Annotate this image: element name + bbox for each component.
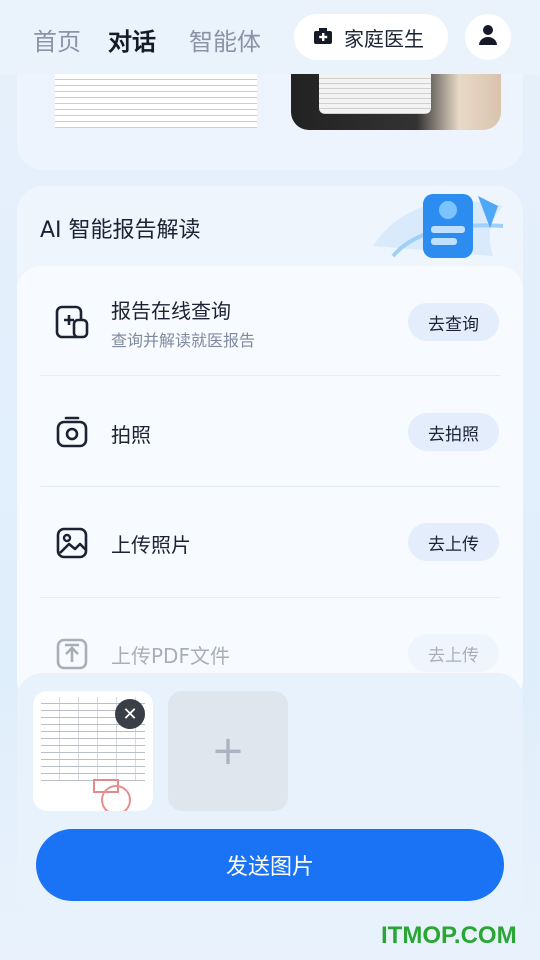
upload-file-icon (54, 636, 90, 672)
watermark: ITMOP.COM (381, 922, 517, 949)
report-illustration (353, 186, 523, 266)
profile-button[interactable] (465, 14, 511, 60)
option-subtitle: 查询并解读就医报告 (111, 331, 256, 350)
tab-agent[interactable]: 智能体 (189, 22, 261, 57)
go-upload-photo-button[interactable]: 去上传 (408, 523, 499, 561)
option-title: 上传照片 (111, 533, 191, 557)
tab-home[interactable]: 首页 (33, 22, 81, 57)
medical-kit-icon (312, 24, 334, 50)
option-title: 上传PDF文件 (111, 644, 230, 668)
report-card-title: AI 智能报告解读 (40, 218, 201, 243)
image-icon (54, 525, 90, 561)
option-title: 报告在线查询 (111, 299, 231, 323)
upload-panel: ✕ + 发送图片 (17, 673, 523, 919)
camera-icon (54, 414, 90, 450)
phone-screen (319, 74, 431, 114)
ai-report-card: AI 智能报告解读 报告在线查询 查询并解读就医报告 去查询 拍照 去拍照 上传… (17, 186, 523, 706)
go-upload-pdf-button[interactable]: 去上传 (408, 634, 499, 672)
family-doctor-button[interactable]: 家庭医生 (294, 14, 448, 60)
report-document-preview (55, 74, 257, 128)
family-doctor-label: 家庭医生 (344, 26, 424, 51)
send-image-button[interactable]: 发送图片 (36, 829, 504, 901)
option-title: 拍照 (111, 423, 151, 447)
go-photo-button[interactable]: 去拍照 (408, 413, 499, 451)
option-take-photo[interactable]: 拍照 去拍照 (40, 377, 500, 487)
user-icon (478, 24, 498, 50)
option-upload-photo[interactable]: 上传照片 去上传 (40, 488, 500, 598)
report-options-panel: 报告在线查询 查询并解读就医报告 去查询 拍照 去拍照 上传照片 去上传 上传P… (17, 266, 523, 706)
add-image-button[interactable]: + (168, 691, 288, 811)
phone-scan-preview (291, 74, 501, 130)
option-online-query[interactable]: 报告在线查询 查询并解读就医报告 去查询 (40, 266, 500, 376)
top-bar: 首页 对话 智能体 家庭医生 (0, 0, 540, 74)
go-query-button[interactable]: 去查询 (408, 303, 499, 341)
remove-image-icon[interactable]: ✕ (115, 699, 145, 729)
red-stamp (101, 785, 131, 811)
tab-chat[interactable]: 对话 (108, 22, 156, 57)
report-search-icon (54, 304, 90, 340)
